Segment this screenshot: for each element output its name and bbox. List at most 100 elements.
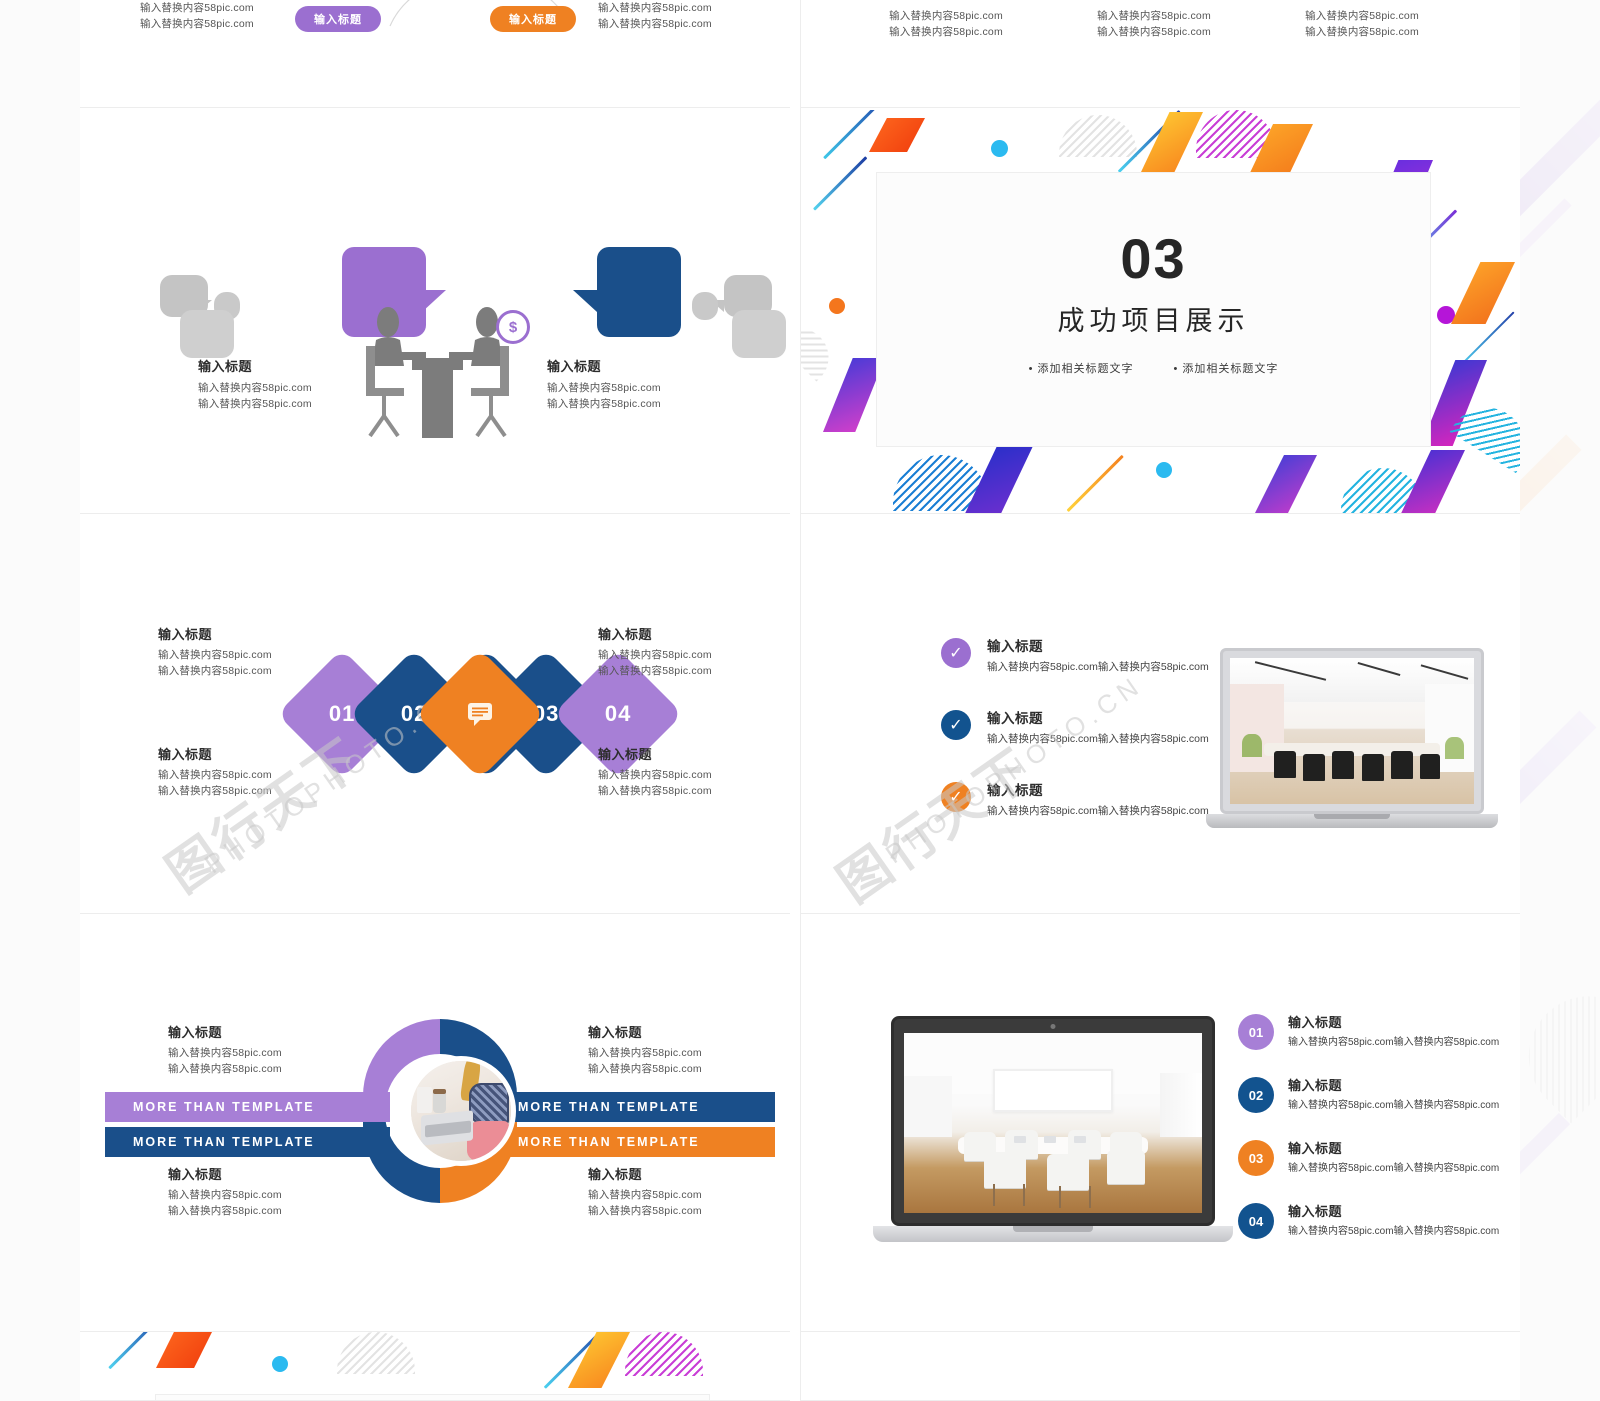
arrow-band-text-1-line2: 输入替换内容58pic.com [889,26,1003,39]
band-left-top[interactable]: MORE THAN TEMPLATE [105,1092,390,1122]
diamond-block-bottom-left: 输入标题 输入替换内容58pic.com 输入替换内容58pic.com [158,746,272,799]
check-icon-2: ✓ [941,710,971,740]
circle-block-top-right: 输入标题 输入替换内容58pic.com 输入替换内容58pic.com [588,1024,702,1077]
diamond-block-bottom-left-line1: 输入替换内容58pic.com [158,768,272,781]
cover-card-partial [155,1394,710,1401]
checklist-item-1-body: 输入替换内容58pic.com输入替换内容58pic.com [987,661,1209,674]
arrow-band-text-2: 输入替换内容58pic.com 输入替换内容58pic.com [1069,8,1239,41]
pill-text-left-line2: 输入替换内容58pic.com [140,18,254,31]
diamond-block-bottom-right-title: 输入标题 [598,747,653,762]
diamond-block-top-right-line2: 输入替换内容58pic.com [598,664,712,677]
arrow-band-text-2-line2: 输入替换内容58pic.com [1097,26,1211,39]
cover-bullet-2: 添加相关标题文字 [1174,360,1279,376]
circle-block-top-left-line1: 输入替换内容58pic.com [168,1046,282,1059]
pill-button-left[interactable]: 输入标题 [295,6,381,32]
numbered-item-3[interactable]: 03 输入标题 输入替换内容58pic.com输入替换内容58pic.com [1238,1140,1518,1176]
watermark-en-2: PHOTOPHOTO.CN [879,668,1149,870]
band-right-top[interactable]: MORE THAN TEMPLATE [490,1092,775,1122]
numbered-item-4-title: 输入标题 [1288,1204,1343,1219]
deco-line-3 [812,156,868,211]
numbered-item-4-body: 输入替换内容58pic.com输入替换内容58pic.com [1288,1225,1500,1237]
small-bubble-grey-5 [692,292,718,320]
negotiation-left-title: 输入标题 [198,359,253,374]
band-left-top-label: MORE THAN TEMPLATE [133,1100,315,1114]
slide-bottom-right-partial[interactable] [801,1332,1520,1401]
deco-dot-cyan-2 [1156,462,1172,478]
slide-four-diamond-steps[interactable]: 01 02 03 04 输入标题 输入替换内容58pic.com 输入替换内容5… [80,514,790,914]
pill-text-left-line1: 输入替换内容58pic.com [140,2,254,14]
diamond-block-top-right: 输入标题 输入替换内容58pic.com 输入替换内容58pic.com [598,626,712,679]
screenshot-page: 输入替换内容58pic.com 输入替换内容58pic.com 输入标题 输入标… [0,0,1600,1401]
chat-bubble-icon [467,702,493,726]
numbered-item-2-body: 输入替换内容58pic.com输入替换内容58pic.com [1288,1099,1500,1111]
check-icon-3: ✓ [941,782,971,812]
deco-parallelogram-yellow [1141,112,1203,172]
speech-bubble-blue-tail [573,290,597,312]
circle-block-bottom-right: 输入标题 输入替换内容58pic.com 输入替换内容58pic.com [588,1166,702,1219]
deco-dot-cyan-1 [991,140,1008,157]
diamond-block-bottom-left-line2: 输入替换内容58pic.com [158,784,272,797]
cover-bullet-1: 添加相关标题文字 [1029,360,1134,376]
deco-dot-b-cyan [272,1356,288,1372]
numbered-item-3-body: 输入替换内容58pic.com输入替换内容58pic.com [1288,1162,1500,1174]
numbered-item-4[interactable]: 04 输入标题 输入替换内容58pic.com输入替换内容58pic.com [1238,1203,1518,1239]
slide-arrow-bands-partial[interactable]: 输入替换内容58pic.com 输入替换内容58pic.com 输入替换内容58… [801,0,1520,108]
deco-dot-orange [829,298,845,314]
circle-block-bottom-right-title: 输入标题 [588,1167,643,1182]
numbered-item-2-title: 输入标题 [1288,1078,1343,1093]
slide-section-cover-partial[interactable] [80,1332,790,1401]
negotiation-right-line2: 输入替换内容58pic.com [547,397,661,410]
cover-bullets: 添加相关标题文字 添加相关标题文字 [877,360,1430,376]
cover-card: 03 成功项目展示 添加相关标题文字 添加相关标题文字 [876,172,1431,447]
circle-block-top-left-line2: 输入替换内容58pic.com [168,1062,282,1075]
band-right-bottom[interactable]: MORE THAN TEMPLATE [490,1127,775,1157]
circle-block-top-right-title: 输入标题 [588,1025,643,1040]
diamond-block-top-left-line1: 输入替换内容58pic.com [158,648,272,661]
deco-line-6 [1066,454,1124,512]
slide-checklist-with-laptop[interactable]: ✓ 输入标题 输入替换内容58pic.com输入替换内容58pic.com ✓ … [801,514,1520,914]
diamond-04-label: 04 [604,700,632,726]
circle-block-bottom-right-line1: 输入替换内容58pic.com [588,1188,702,1201]
meeting-room-photo-1 [1230,658,1474,804]
numbered-item-2[interactable]: 02 输入标题 输入替换内容58pic.com输入替换内容58pic.com [1238,1077,1518,1113]
checklist-item-3-title: 输入标题 [987,783,1043,798]
diamond-block-top-left-line2: 输入替换内容58pic.com [158,664,272,677]
band-right-top-label: MORE THAN TEMPLATE [518,1100,700,1114]
negotiation-right-title: 输入标题 [547,359,602,374]
numbered-item-1[interactable]: 01 输入标题 输入替换内容58pic.com输入替换内容58pic.com [1238,1014,1518,1050]
slide-process-pills-partial[interactable]: 输入替换内容58pic.com 输入替换内容58pic.com 输入标题 输入标… [80,0,790,108]
deco-striped-halfcircle-grey-2 [801,316,841,382]
circle-block-top-right-line1: 输入替换内容58pic.com [588,1046,702,1059]
deco-line-b1 [108,1332,164,1370]
arrow-band-text-1: 输入替换内容58pic.com 输入替换内容58pic.com [861,8,1031,41]
circle-block-bottom-left-title: 输入标题 [168,1167,223,1182]
slide-circle-four-quadrant[interactable]: MORE THAN TEMPLATE MORE THAN TEMPLATE MO… [80,914,790,1332]
numbered-item-1-title: 输入标题 [1288,1015,1343,1030]
slide-speech-bubble-negotiation[interactable]: $ 输入标题 输入替换内容58pic.com 输入替换内容58pic.com 输… [80,110,790,514]
checklist-item-2-body: 输入替换内容58pic.com输入替换内容58pic.com [987,733,1209,746]
meeting-room-photo-2 [904,1033,1202,1213]
negotiation-left-text: 输入标题 输入替换内容58pic.com 输入替换内容58pic.com [198,358,312,412]
deco-parallelogram-b-orange [156,1332,212,1368]
negotiation-left-line1: 输入替换内容58pic.com [198,381,312,394]
negotiation-right-text: 输入标题 输入替换内容58pic.com 输入替换内容58pic.com [547,358,661,412]
speech-bubble-blue [597,247,681,337]
arrow-band-text-1-line1: 输入替换内容58pic.com [889,10,1003,22]
arrow-band-text-3: 输入替换内容58pic.com 输入替换内容58pic.com [1277,8,1447,41]
slide-section-cover-03[interactable]: 03 成功项目展示 添加相关标题文字 添加相关标题文字 [801,110,1520,514]
band-left-bottom-label: MORE THAN TEMPLATE [133,1135,315,1149]
number-badge-04: 04 [1238,1203,1274,1239]
pill-button-right[interactable]: 输入标题 [490,6,576,32]
deco-parallelogram-orange-3 [1451,262,1515,324]
negotiation-right-line1: 输入替换内容58pic.com [547,381,661,394]
slide-laptop-with-numbered-list[interactable]: 01 输入标题 输入替换内容58pic.com输入替换内容58pic.com 0… [801,914,1520,1332]
band-left-bottom[interactable]: MORE THAN TEMPLATE [105,1127,390,1157]
deco-parallelogram-pink [1251,455,1317,514]
arrow-band-text-3-line1: 输入替换内容58pic.com [1305,10,1419,22]
cover-canvas: 03 成功项目展示 添加相关标题文字 添加相关标题文字 [801,110,1520,514]
laptop-mockup-1 [1206,648,1498,838]
number-badge-03: 03 [1238,1140,1274,1176]
pill-text-right-line1: 输入替换内容58pic.com [598,2,712,14]
checklist-item-3-body: 输入替换内容58pic.com输入替换内容58pic.com [987,805,1209,818]
deco-halfcircle-b-grey [337,1332,415,1374]
